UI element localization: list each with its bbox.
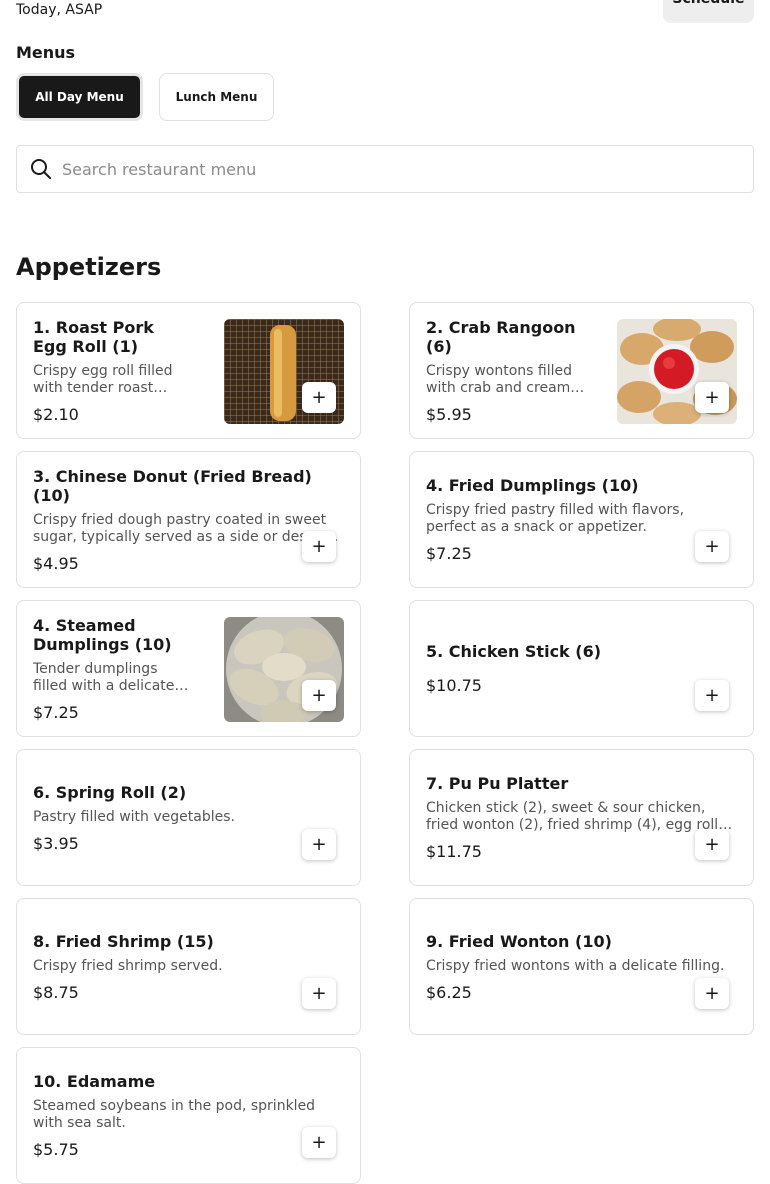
tab-lunch-menu[interactable]: Lunch Menu <box>159 73 274 121</box>
item-price: $7.25 <box>426 544 472 563</box>
item-price: $2.10 <box>33 404 79 424</box>
item-description: Crispy fried shrimp served. <box>33 957 223 974</box>
menu-item-card[interactable]: 9. Fried Wonton (10) Crispy fried wonton… <box>409 898 754 1035</box>
search-bar[interactable] <box>16 145 754 193</box>
add-item-button[interactable]: + <box>302 978 336 1009</box>
item-description: Steamed soybeans in the pod, sprinkled w… <box>33 1098 316 1131</box>
item-description: Crispy fried wontons with a delicate fil… <box>426 957 725 974</box>
item-description: Crispy egg roll filled with tender roast… <box>33 362 173 396</box>
add-item-button[interactable]: + <box>695 531 729 562</box>
add-item-button[interactable]: + <box>302 382 336 413</box>
menu-item-card[interactable]: 1. Roast Pork Egg Roll (1) Crispy egg ro… <box>16 302 361 439</box>
menus-title: Menus <box>16 43 76 62</box>
item-name: 9. Fried Wonton (10) <box>426 931 612 951</box>
item-name: 6. Spring Roll (2) <box>33 782 187 802</box>
item-price: $7.25 <box>33 702 79 722</box>
menu-item-card[interactable]: 8. Fried Shrimp (15) Crispy fried shrimp… <box>16 898 361 1035</box>
add-item-button[interactable]: + <box>695 829 729 860</box>
menu-item-card[interactable]: 6. Spring Roll (2) Pastry filled with ve… <box>16 749 361 886</box>
item-price: $11.75 <box>426 842 482 861</box>
item-description: Tender dumplings filled with a delicate … <box>33 660 175 694</box>
item-price: $8.75 <box>33 982 79 1002</box>
item-description: Pastry filled with vegetables. <box>33 808 235 825</box>
item-description: Chicken stick (2), sweet & sour chicken,… <box>426 800 719 833</box>
menu-item-card[interactable]: 4. Fried Dumplings (10) Crispy fried pas… <box>409 451 754 588</box>
item-description: Crispy fried pastry filled with flavors,… <box>426 502 685 535</box>
item-description: Crispy wontons filled with crab and crea… <box>426 362 572 396</box>
add-item-button[interactable]: + <box>302 531 336 562</box>
add-item-button[interactable]: + <box>302 1127 336 1158</box>
search-input[interactable] <box>60 158 753 180</box>
menu-item-card[interactable]: 2. Crab Rangoon (6) Crispy wontons fille… <box>409 302 754 439</box>
add-item-button[interactable]: + <box>302 829 336 860</box>
item-name: 7. Pu Pu Platter <box>426 774 569 793</box>
section-title: Appetizers <box>16 253 162 281</box>
item-name: 4. Fried Dumplings (10) <box>426 476 639 495</box>
item-price: $10.75 <box>426 676 482 695</box>
item-price: $5.75 <box>33 1140 79 1159</box>
menu-item-card[interactable]: 5. Chicken Stick (6) $10.75 + <box>409 600 754 737</box>
menu-item-card[interactable]: 10. Edamame Steamed soybeans in the pod,… <box>16 1047 361 1184</box>
item-price: $6.25 <box>426 982 472 1002</box>
menu-item-card[interactable]: 4. Steamed Dumplings (10) Tender dumplin… <box>16 600 361 737</box>
item-name: 5. Chicken Stick (6) <box>426 642 602 661</box>
item-name: 3. Chinese Donut (Fried Bread) (10) <box>33 466 312 505</box>
item-name: 2. Crab Rangoon (6) <box>426 317 576 356</box>
item-name: 10. Edamame <box>33 1072 156 1091</box>
add-item-button[interactable]: + <box>695 382 729 413</box>
add-item-button[interactable]: + <box>695 978 729 1009</box>
item-price: $3.95 <box>33 833 79 853</box>
menu-item-card[interactable]: 3. Chinese Donut (Fried Bread) (10) Cris… <box>16 451 361 588</box>
add-item-button[interactable]: + <box>302 680 336 711</box>
add-item-button[interactable]: + <box>695 680 729 711</box>
item-price: $4.95 <box>33 553 79 573</box>
menu-item-card[interactable]: 7. Pu Pu Platter Chicken stick (2), swee… <box>409 749 754 886</box>
item-name: 4. Steamed Dumplings (10) <box>33 615 172 654</box>
delivery-time: Today, ASAP <box>16 2 103 18</box>
item-name: 8. Fried Shrimp (15) <box>33 931 214 951</box>
item-name: 1. Roast Pork Egg Roll (1) <box>33 317 154 356</box>
search-icon <box>30 158 52 180</box>
item-description: Crispy fried dough pastry coated in swee… <box>33 511 339 545</box>
tab-all-day-menu[interactable]: All Day Menu <box>16 73 143 121</box>
item-price: $5.95 <box>426 404 472 424</box>
schedule-button[interactable]: Schedule <box>663 0 754 23</box>
